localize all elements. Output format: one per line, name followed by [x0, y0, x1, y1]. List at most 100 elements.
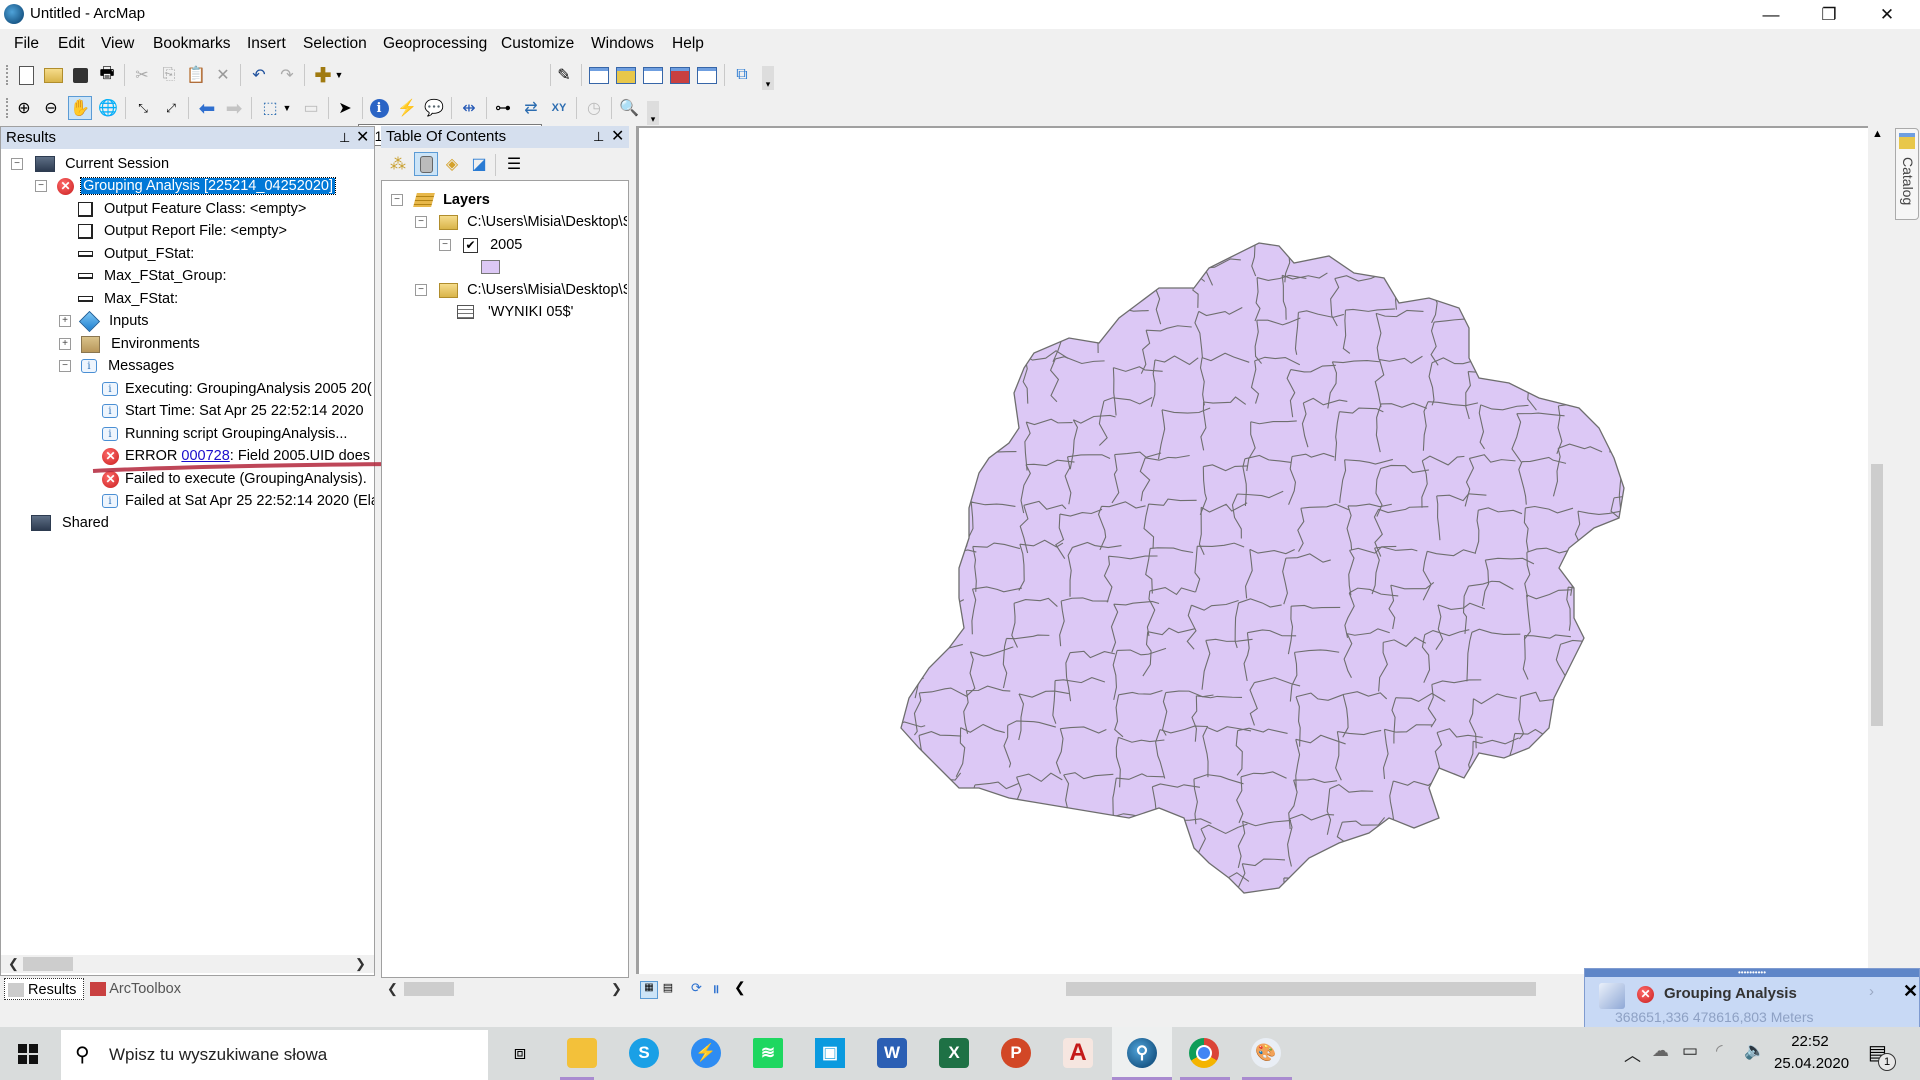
refresh-icon[interactable]: ⟳ [691, 980, 702, 996]
toc-options-icon[interactable]: ☰ [503, 153, 525, 175]
expand-icon[interactable]: + [59, 315, 71, 328]
battery-icon[interactable]: ▭ [1682, 1041, 1698, 1061]
add-data-icon[interactable]: ✚ [312, 64, 334, 87]
magnifier-icon[interactable]: 🔍 [618, 97, 640, 119]
hyperlink-icon[interactable]: ⚡ [396, 97, 418, 119]
excel-icon[interactable]: X [934, 1033, 974, 1073]
message-item[interactable]: i Running script GroupingAnalysis... [102, 423, 374, 445]
menu-customize[interactable]: Customize [501, 35, 574, 53]
toc-layer-2005[interactable]: − ✔ 2005 [439, 234, 522, 256]
close-window-button[interactable]: ✕ [1864, 0, 1910, 29]
tab-results[interactable]: Results [4, 978, 84, 1000]
onedrive-icon[interactable]: ☁ [1652, 1041, 1669, 1061]
copy-icon[interactable]: ⎘ [158, 64, 180, 86]
select-elements-icon[interactable]: ➤ [334, 97, 356, 119]
menu-file[interactable]: File [14, 35, 39, 53]
identify-icon[interactable]: i [368, 97, 390, 119]
output-item[interactable]: Output Report File: <empty> [78, 220, 287, 242]
collapse-icon[interactable]: − [11, 158, 23, 171]
catalog-window-icon[interactable] [615, 64, 637, 86]
menu-help[interactable]: Help [672, 35, 704, 53]
start-button[interactable] [18, 1044, 38, 1064]
output-item[interactable]: Max_FStat_Group: [78, 265, 227, 287]
powerpoint-icon[interactable]: P [996, 1033, 1036, 1073]
catalog-side-tab[interactable]: Catalog [1895, 128, 1919, 220]
list-by-source-icon[interactable] [414, 152, 438, 176]
spotify-icon[interactable]: ≋ [748, 1033, 788, 1073]
tree-messages[interactable]: − i Messages [59, 355, 174, 377]
restore-button[interactable]: ❐ [1806, 0, 1852, 29]
clock-date[interactable]: 25.04.2020 [1774, 1055, 1849, 1072]
collapse-icon[interactable]: − [59, 360, 71, 373]
menu-insert[interactable]: Insert [247, 35, 286, 53]
save-icon[interactable] [69, 64, 91, 86]
scrollbar-thumb[interactable] [1871, 464, 1883, 726]
output-item[interactable]: Output Feature Class: <empty> [78, 198, 306, 220]
back-arrow-icon[interactable]: ⬅ [196, 97, 218, 120]
pan-icon[interactable]: ✋ [68, 96, 92, 120]
select-dropdown-icon[interactable]: ▼ [281, 97, 293, 119]
tab-arctoolbox[interactable]: ArcToolbox [88, 978, 196, 1000]
geoprocessing-notification[interactable]: •••••••••• ✕ Grouping Analysis › ✕ 36865… [1584, 968, 1920, 1030]
messenger-icon[interactable]: ⚡ [686, 1033, 726, 1073]
show-hidden-icons-chevron[interactable]: ︿ [1624, 1041, 1641, 1066]
map-view[interactable] [636, 126, 1868, 974]
search-window-icon[interactable] [642, 64, 664, 86]
map-vertical-scrollbar[interactable]: ▲ [1868, 126, 1886, 974]
tree-current-session[interactable]: − Current Session [11, 153, 169, 175]
message-item[interactable]: i Failed at Sat Apr 25 22:52:14 2020 (Ela… [102, 490, 374, 512]
time-slider-icon[interactable]: ◷ [583, 97, 605, 119]
scroll-left-icon[interactable]: ❮ [734, 979, 746, 996]
pin-icon[interactable]: ⊥ [593, 126, 604, 148]
scrollbar-thumb[interactable] [23, 957, 73, 971]
tool-run-label[interactable]: Grouping Analysis [225214_04252020] [80, 177, 336, 195]
output-item[interactable]: Output_FStat: [78, 243, 194, 265]
print-icon[interactable]: 🖶 [96, 64, 118, 86]
measure-icon[interactable]: ⇹ [458, 97, 480, 119]
cut-icon[interactable]: ✂ [131, 64, 153, 86]
volume-icon[interactable]: 🔈 [1744, 1041, 1765, 1061]
notification-expand-icon[interactable]: › [1869, 983, 1874, 1000]
delete-icon[interactable]: ✕ [212, 64, 234, 86]
editor-toolbar-icon[interactable]: ✎ [553, 64, 575, 86]
notification-close-icon[interactable]: ✕ [1903, 981, 1918, 1002]
message-item[interactable]: i Executing: GroupingAnalysis 2005 20( [102, 378, 374, 400]
expand-icon[interactable]: + [59, 338, 71, 351]
remote-desktop-icon[interactable]: ▣ [810, 1033, 850, 1073]
go-to-xy-icon[interactable]: XY [548, 97, 570, 119]
collapse-icon[interactable]: − [415, 216, 427, 229]
menu-edit[interactable]: Edit [58, 35, 85, 53]
skype-icon[interactable]: S [624, 1033, 664, 1073]
tree-inputs[interactable]: + Inputs [59, 310, 149, 332]
task-view-icon[interactable]: ⧈ [500, 1033, 540, 1073]
tree-tool-run[interactable]: − ✕ Grouping Analysis [225214_04252020] [35, 175, 336, 197]
modelbuilder-icon[interactable]: ⧉ [731, 64, 753, 86]
full-extent-icon[interactable]: 🌐 [97, 97, 119, 119]
toc-horizontal-scrollbar[interactable]: ❮ ❯ [381, 980, 629, 998]
output-item[interactable]: Max_FStat: [78, 288, 178, 310]
zoom-in-icon[interactable]: ⊕ [13, 97, 35, 119]
menu-selection[interactable]: Selection [303, 35, 367, 53]
python-window-icon[interactable] [696, 64, 718, 86]
autocad-icon[interactable]: A [1058, 1033, 1098, 1073]
layer-visibility-checkbox[interactable]: ✔ [463, 237, 479, 253]
zoom-out-icon[interactable]: ⊖ [40, 97, 62, 119]
scroll-up-icon[interactable]: ▲ [1872, 128, 1883, 140]
minimize-button[interactable]: — [1748, 0, 1794, 29]
notification-title[interactable]: Grouping Analysis [1664, 985, 1797, 1002]
layer-symbol-swatch[interactable] [481, 260, 500, 274]
notification-grip[interactable]: •••••••••• [1585, 969, 1919, 977]
toolbar-overflow-icon[interactable]: ▾ [647, 101, 659, 125]
region-outline[interactable] [900, 242, 1625, 894]
collapse-icon[interactable]: − [391, 194, 403, 207]
toolbar-grip[interactable] [6, 65, 11, 85]
fixed-zoom-in-icon[interactable]: ⤡ [132, 97, 154, 119]
collapse-icon[interactable]: − [35, 180, 47, 193]
scroll-left-icon[interactable]: ❮ [8, 955, 19, 973]
paint-icon[interactable]: 🎨 [1246, 1033, 1286, 1073]
toc-folder-item[interactable]: − C:\Users\Misia\Desktop\S [415, 211, 627, 233]
map-horizontal-scrollbar-thumb[interactable] [1066, 982, 1536, 996]
toc-layers-root[interactable]: − Layers [391, 189, 490, 211]
scroll-left-icon[interactable]: ❮ [387, 980, 398, 998]
results-horizontal-scrollbar[interactable]: ❮ ❯ [1, 955, 374, 973]
